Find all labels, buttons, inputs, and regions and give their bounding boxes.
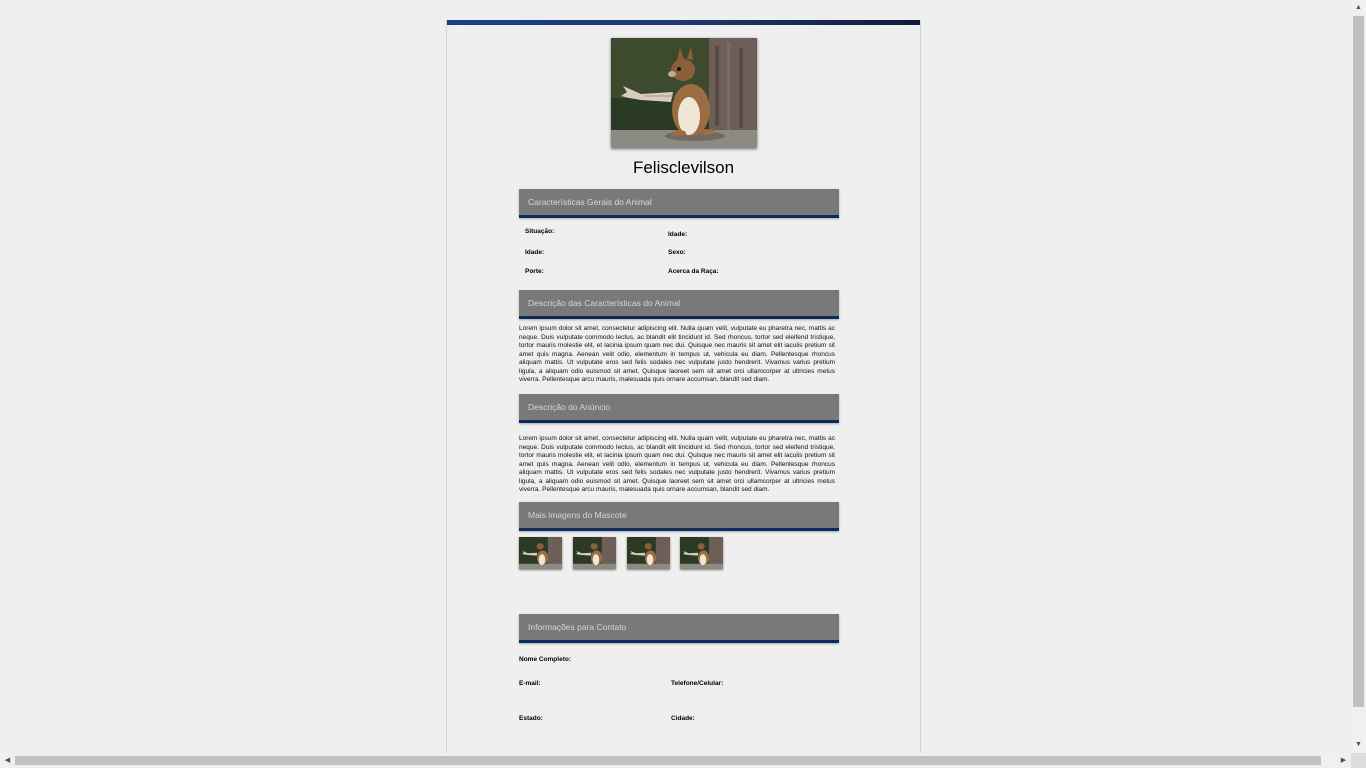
gallery-thumb[interactable]	[519, 537, 562, 569]
section-header-description: Descrição das Características do Animal	[519, 290, 839, 319]
label-sexo: Sexo:	[668, 249, 686, 256]
scroll-up-arrow-icon[interactable]: ▲	[1354, 3, 1363, 12]
label-telefone: Telefone/Celular:	[671, 680, 724, 687]
section-header-gallery: Mais imagens do Mascote	[519, 502, 839, 531]
label-idade: Idade:	[525, 249, 545, 256]
section-header-ad: Descrição do Anúncio	[519, 394, 839, 423]
squirrel-thumbnail	[519, 537, 562, 569]
squirrel-thumbnail	[680, 537, 723, 569]
section-title-contact: Informações para Contato	[528, 622, 627, 632]
pet-name: Felisclevilson	[632, 158, 735, 177]
gallery-thumb[interactable]	[627, 537, 670, 569]
label-cidade: Cidade:	[671, 715, 695, 722]
label-situacao: Situação:	[525, 228, 555, 235]
gallery-thumb[interactable]	[573, 537, 616, 569]
section-title-ad: Descrição do Anúncio	[528, 402, 611, 412]
scroll-right-arrow-icon[interactable]: ▶	[1339, 756, 1348, 765]
squirrel-thumbnail	[627, 537, 670, 569]
squirrel-image	[611, 38, 757, 148]
section-title-general: Características Gerais do Animal	[528, 197, 652, 207]
horizontal-scrollbar[interactable]: ◀ ▶	[0, 753, 1351, 768]
gallery-thumb[interactable]	[680, 537, 723, 569]
horizontal-scroll-thumb[interactable]	[15, 756, 1321, 765]
pet-main-photo[interactable]	[611, 38, 757, 148]
scroll-down-arrow-icon[interactable]: ▼	[1354, 740, 1363, 749]
label-porte: Porte:	[525, 268, 544, 275]
top-accent-bar	[447, 20, 920, 25]
scroll-left-arrow-icon[interactable]: ◀	[3, 756, 12, 765]
description-text: Lorem ipsum dolor sit amet, consectetur …	[519, 325, 835, 383]
section-header-general: Características Gerais do Animal	[519, 189, 839, 218]
label-estado: Estado:	[519, 715, 543, 722]
section-title-description: Descrição das Características do Animal	[528, 298, 681, 308]
vertical-scroll-thumb[interactable]	[1353, 16, 1364, 707]
scrollbar-corner	[1351, 753, 1366, 768]
ad-description-text: Lorem ipsum dolor sit amet, consectetur …	[519, 435, 835, 493]
pet-profile-page: Felisclevilson Características Gerais do…	[446, 20, 921, 754]
squirrel-thumbnail	[573, 537, 616, 569]
label-raca: Acerca da Raça:	[668, 268, 719, 275]
vertical-scrollbar[interactable]: ▲ ▼	[1351, 0, 1366, 768]
label-idade-right: Idade:	[668, 231, 688, 238]
section-header-contact: Informações para Contato	[519, 614, 839, 643]
section-title-gallery: Mais imagens do Mascote	[528, 510, 627, 520]
label-nome-completo: Nome Completo:	[519, 656, 571, 663]
label-email: E-mail:	[519, 680, 541, 687]
